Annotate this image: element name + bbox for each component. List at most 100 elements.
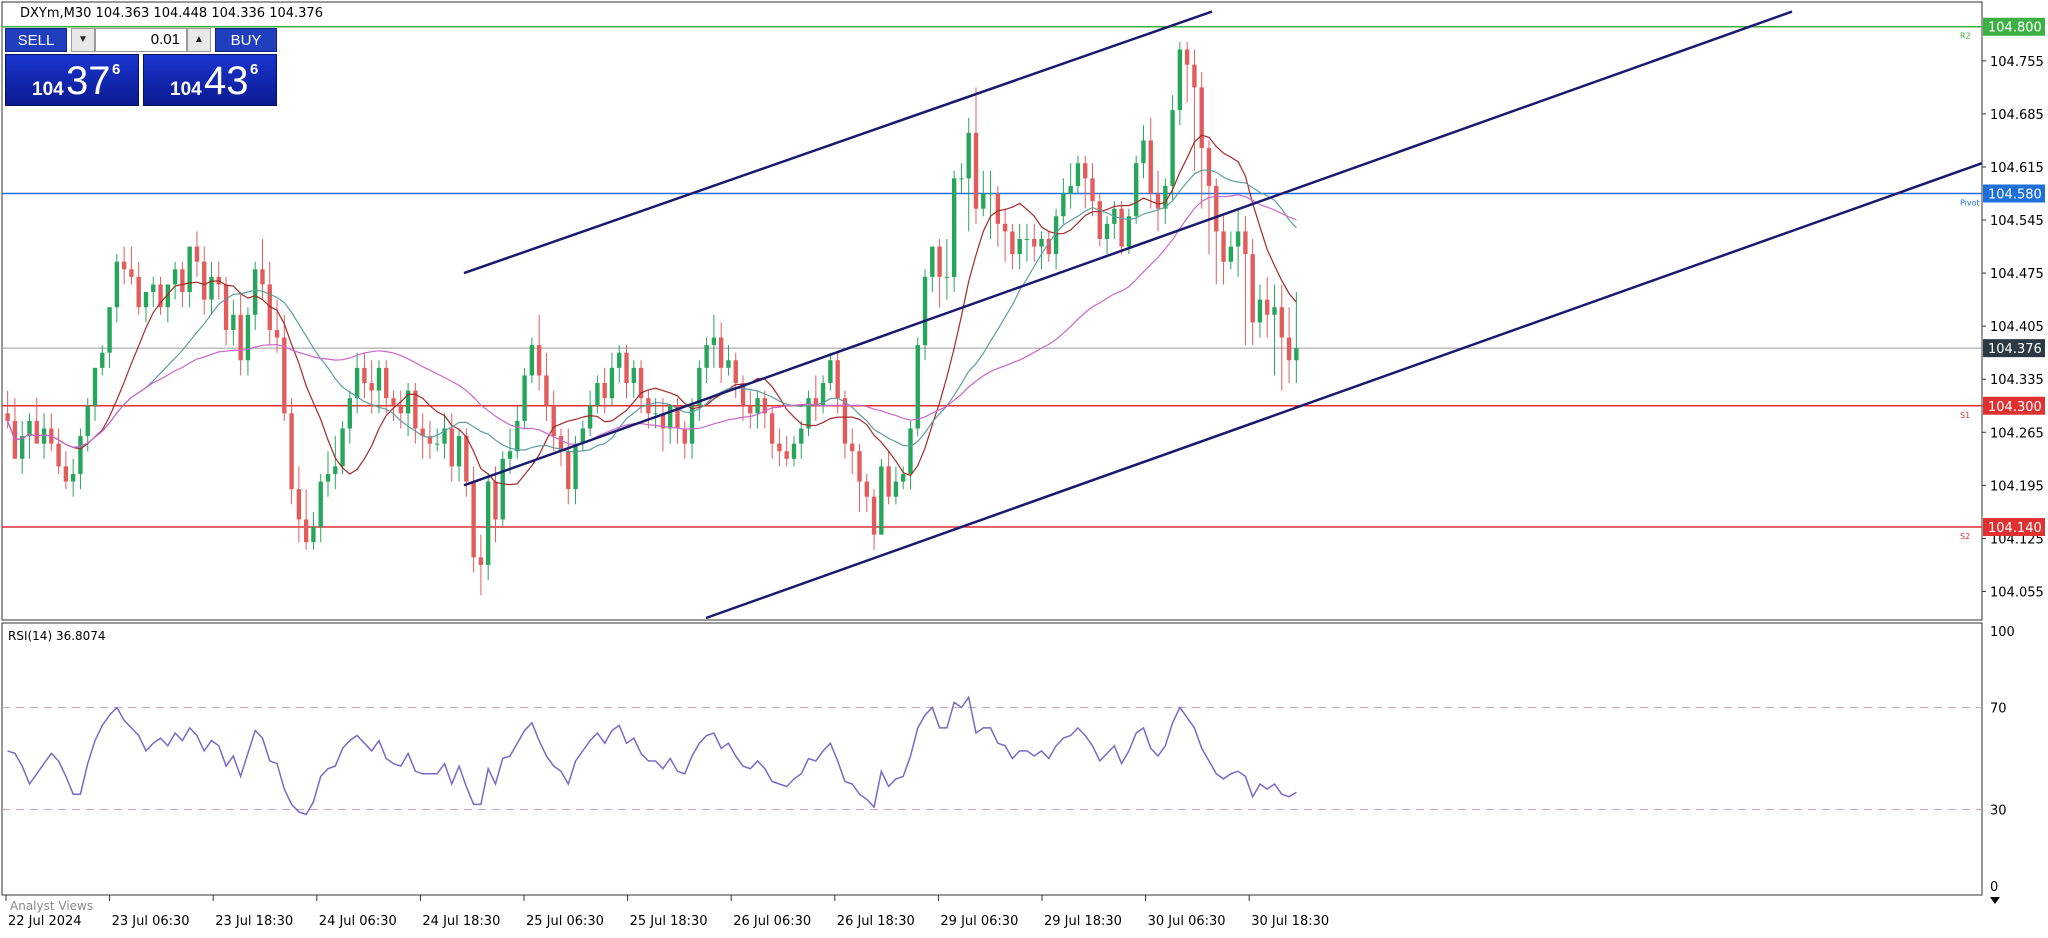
candle-body	[100, 352, 105, 368]
ask-price-button[interactable]: 104 43 6	[143, 54, 277, 106]
candle-body	[1272, 307, 1277, 315]
candle-body	[1250, 254, 1255, 323]
candle-body	[864, 481, 869, 497]
candle-body	[573, 443, 578, 490]
candle-body	[755, 398, 760, 414]
x-tick-label: 26 Jul 18:30	[837, 914, 915, 929]
x-tick-label: 26 Jul 06:30	[733, 914, 811, 929]
candle-body	[238, 314, 243, 361]
candle-body	[646, 398, 651, 414]
candle-body	[915, 345, 920, 429]
candle-body	[937, 246, 942, 277]
candle-body	[41, 428, 47, 444]
candle-body	[70, 473, 76, 482]
candle-body	[1075, 163, 1081, 186]
candle-body	[493, 481, 498, 520]
candle-body	[791, 443, 797, 459]
candle-body	[1257, 299, 1263, 323]
candle-body	[536, 345, 542, 376]
candle-body	[850, 443, 855, 452]
rsi-y-tick-label: 100	[1990, 625, 2015, 640]
candle-body	[282, 337, 287, 414]
candle-body	[566, 451, 571, 490]
y-tick-label: 104.545	[1990, 214, 2044, 229]
candle-body	[136, 276, 141, 308]
candle-body	[973, 132, 979, 209]
candle-body	[769, 413, 775, 444]
candle-body	[515, 420, 520, 452]
candle-body	[121, 261, 127, 270]
candle-body	[471, 481, 476, 558]
y-tick-label: 104.685	[1990, 108, 2044, 123]
level-name-s1: S1	[1960, 411, 1970, 420]
candle-body	[806, 398, 811, 429]
candle-body	[602, 383, 607, 399]
candle-body	[296, 489, 302, 520]
candle-body	[333, 466, 338, 474]
candle-body	[289, 413, 294, 490]
x-tick-label: 23 Jul 18:30	[215, 914, 293, 929]
candle-body	[988, 193, 993, 195]
candle-body	[718, 337, 724, 368]
candle-body	[187, 246, 192, 293]
volume-increase-button[interactable]: ▲	[187, 28, 211, 52]
candle-body	[1126, 216, 1132, 247]
candle-body	[835, 360, 840, 399]
candle-body	[456, 436, 462, 467]
chart-svg[interactable]: R2PivotS1S2 104.055104.125104.195104.265…	[0, 0, 2048, 934]
candle-body	[951, 178, 957, 277]
candle-body	[1097, 201, 1102, 239]
candle-body	[879, 466, 884, 535]
volume-decrease-button[interactable]: ▼	[71, 28, 95, 52]
bid-price-button[interactable]: 104 37 6	[5, 54, 139, 106]
level-price-tag-label: 104.300	[1988, 400, 2042, 415]
candle-body	[209, 276, 214, 300]
current-price-tag-label: 104.376	[1988, 342, 2042, 357]
candle-body	[930, 246, 935, 277]
bid-price-main: 37	[66, 59, 111, 103]
x-tick-label: 25 Jul 18:30	[630, 914, 708, 929]
candle-body	[609, 367, 615, 399]
candle-body	[726, 360, 731, 368]
candle-body	[551, 405, 556, 437]
candle-body	[624, 352, 629, 384]
candle-body	[34, 420, 39, 444]
candle-body	[223, 284, 229, 330]
candle-body	[464, 436, 469, 482]
candle-body	[1002, 223, 1008, 232]
candle-body	[748, 405, 753, 414]
bid-price-point: 6	[112, 61, 121, 78]
buy-button[interactable]: BUY	[215, 28, 277, 52]
candle-body	[617, 352, 622, 368]
candle-body	[5, 413, 10, 421]
candle-body	[1235, 231, 1241, 247]
candle-body	[435, 443, 440, 445]
candle-body	[1119, 208, 1124, 247]
sell-button[interactable]: SELL	[5, 28, 67, 52]
candle-body	[85, 405, 90, 437]
candle-body	[92, 367, 98, 406]
candle-body	[1214, 185, 1219, 232]
analyst-views-tab[interactable]: Analyst Views	[10, 899, 93, 913]
ask-price-prefix: 104	[170, 79, 202, 100]
candle-body	[682, 428, 687, 444]
candle-body	[354, 367, 360, 399]
rsi-y-tick-label: 70	[1990, 702, 2007, 717]
volume-input[interactable]: 0.01	[95, 28, 187, 52]
candle-body	[1104, 223, 1110, 239]
candle-body	[1010, 231, 1015, 255]
candle-body	[391, 398, 396, 406]
candle-body	[704, 345, 709, 368]
level-name-s2: S2	[1960, 532, 1970, 541]
candle-body	[1294, 348, 1299, 361]
candle-body	[500, 458, 505, 520]
y-tick-label: 104.755	[1990, 55, 2044, 70]
candle-body	[1206, 148, 1212, 186]
candle-body	[1228, 246, 1234, 262]
level-price-tag-label: 104.140	[1988, 521, 2042, 536]
chart-root[interactable]: R2 Pivot S1 S2 104.055 104.125 104.195 104.265…	[0, 0, 2048, 934]
candle-body	[1279, 307, 1284, 338]
candle-body	[1192, 64, 1197, 88]
candle-body	[303, 519, 309, 543]
x-tick-label: 24 Jul 18:30	[422, 914, 500, 929]
